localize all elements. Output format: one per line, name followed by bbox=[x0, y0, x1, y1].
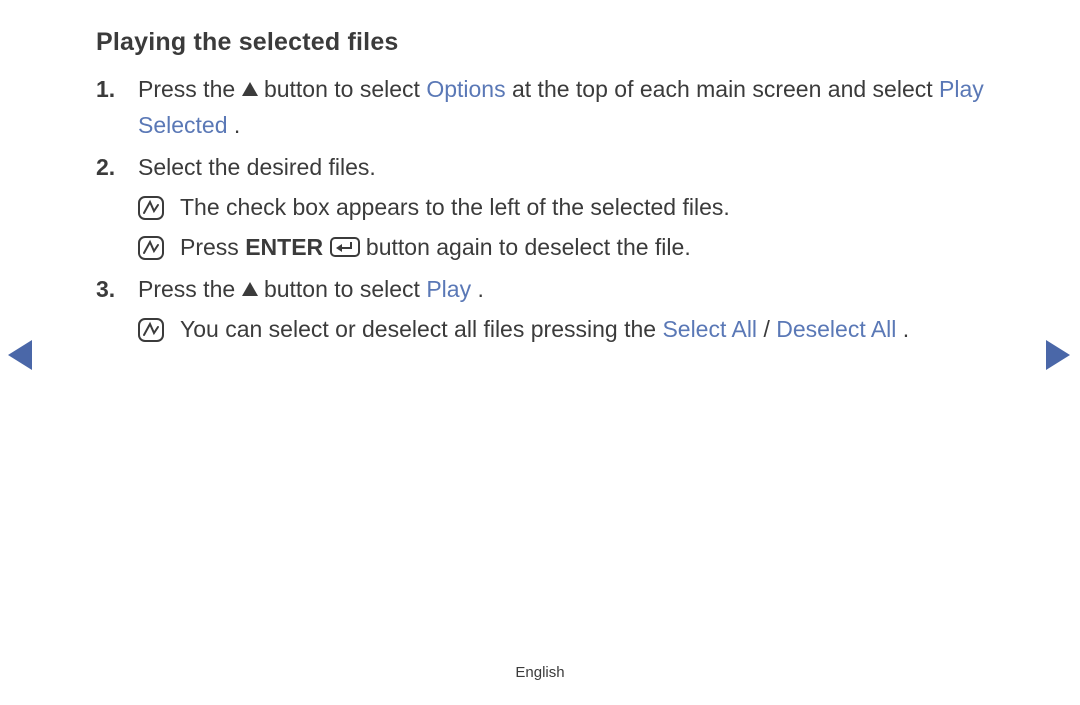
enter-label: ENTER bbox=[245, 234, 323, 260]
step-3-play: Play bbox=[426, 276, 471, 302]
instruction-list: Press the button to select Options at th… bbox=[96, 71, 984, 347]
step-3-note-a: You can select or deselect all files pre… bbox=[180, 316, 662, 342]
step-2-note-2-b: button again to deselect the file. bbox=[366, 234, 691, 260]
step-2-notes: The check box appears to the left of the… bbox=[138, 189, 984, 265]
select-all-label: Select All bbox=[662, 316, 757, 342]
note-icon bbox=[138, 236, 164, 260]
step-2-text: Select the desired files. bbox=[138, 154, 376, 180]
step-1: Press the button to select Options at th… bbox=[96, 71, 984, 143]
page-title: Playing the selected files bbox=[96, 28, 984, 57]
step-1-text-c: at the top of each main screen and selec… bbox=[512, 76, 939, 102]
step-3-note: You can select or deselect all files pre… bbox=[138, 311, 984, 347]
step-3-notes: You can select or deselect all files pre… bbox=[138, 311, 984, 347]
step-2: Select the desired files. The check box … bbox=[96, 149, 984, 265]
step-2-note-1: The check box appears to the left of the… bbox=[138, 189, 984, 225]
deselect-all-label: Deselect All bbox=[776, 316, 896, 342]
step-1-text-b: button to select bbox=[264, 76, 426, 102]
up-arrow-icon bbox=[242, 282, 258, 296]
step-3-text-b: button to select bbox=[264, 276, 426, 302]
step-1-text-a: Press the bbox=[138, 76, 242, 102]
step-2-note-2-a: Press bbox=[180, 234, 245, 260]
step-1-text-d: . bbox=[234, 112, 240, 138]
next-page-button[interactable] bbox=[1046, 340, 1070, 370]
step-3-text-c: . bbox=[477, 276, 483, 302]
step-3-note-end: . bbox=[903, 316, 909, 342]
up-arrow-icon bbox=[242, 82, 258, 96]
prev-page-button[interactable] bbox=[8, 340, 32, 370]
step-3-text-a: Press the bbox=[138, 276, 242, 302]
step-3: Press the button to select Play . You ca… bbox=[96, 271, 984, 347]
enter-icon bbox=[330, 237, 360, 257]
step-1-options: Options bbox=[426, 76, 505, 102]
step-2-note-2: Press ENTER button again to deselect the… bbox=[138, 229, 984, 265]
step-3-note-sep: / bbox=[763, 316, 776, 342]
note-icon bbox=[138, 318, 164, 342]
footer-language: English bbox=[0, 664, 1080, 681]
manual-page: Playing the selected files Press the but… bbox=[0, 0, 1080, 705]
note-icon bbox=[138, 196, 164, 220]
step-2-note-1-text: The check box appears to the left of the… bbox=[180, 194, 730, 220]
